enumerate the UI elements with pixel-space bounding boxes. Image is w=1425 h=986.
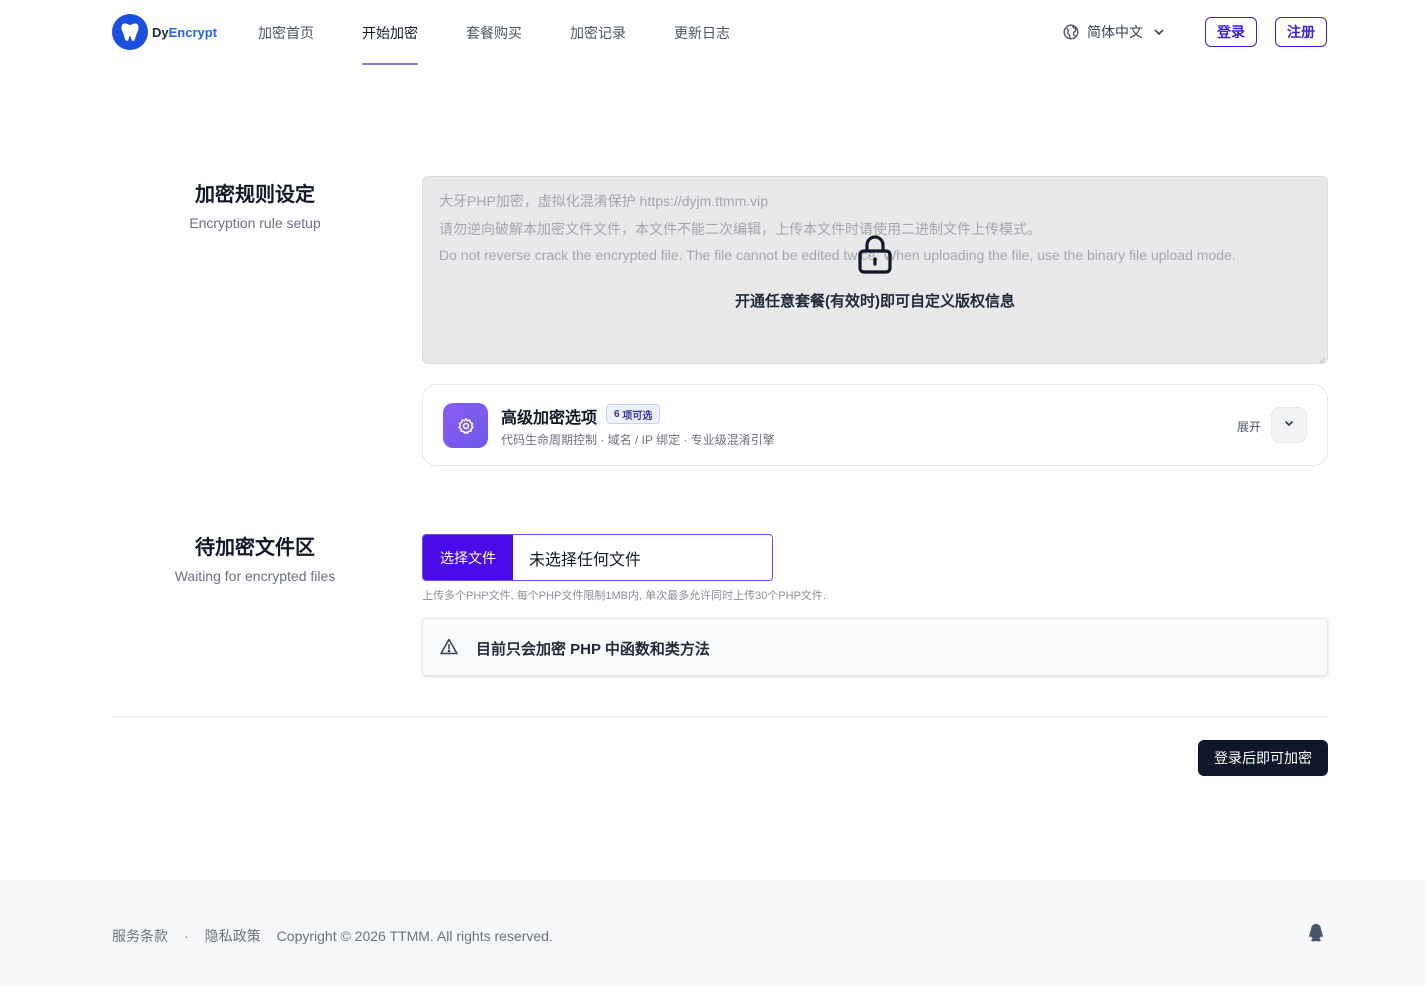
copyright-line-1: 大牙PHP加密，虚拟化混淆保护 https://dyjm.ttmm.vip	[439, 193, 769, 209]
lock-message: 开通任意套餐(有效时)即可自定义版权信息	[735, 293, 1015, 310]
expand-toggle-button[interactable]	[1271, 407, 1307, 443]
qq-icon[interactable]	[1306, 923, 1326, 948]
top-header: DyEncrypt 加密首页 开始加密 套餐购买 加密记录 更新日志 简体中文 …	[0, 0, 1425, 66]
files-subtitle: Waiting for encrypted files	[174, 568, 336, 584]
login-button[interactable]: 登录	[1205, 17, 1257, 47]
files-section-heading: 待加密文件区 Waiting for encrypted files	[105, 531, 405, 584]
register-button[interactable]: 注册	[1275, 17, 1327, 47]
nav-item-start-encrypt[interactable]: 开始加密	[338, 0, 442, 66]
gear-icon	[443, 403, 488, 448]
copyright-text: Copyright © 2026 TTMM. All rights reserv…	[276, 928, 553, 944]
nav-item-changelog[interactable]: 更新日志	[650, 0, 754, 66]
file-input[interactable]: 选择文件 未选择任何文件	[422, 534, 773, 581]
upload-hint: 上传多个PHP文件, 每个PHP文件限制1MB内, 单次最多允许同时上传30个P…	[422, 590, 826, 602]
nav-item-plans[interactable]: 套餐购买	[442, 0, 546, 66]
files-title: 待加密文件区	[195, 537, 315, 559]
rules-section-heading: 加密规则设定 Encryption rule setup	[105, 178, 405, 231]
locked-overlay: 开通任意套餐(有效时)即可自定义版权信息	[423, 233, 1327, 311]
logo-icon	[112, 14, 148, 50]
lock-icon	[856, 233, 894, 280]
resize-handle-icon	[1317, 353, 1325, 363]
selected-file-name: 未选择任何文件	[529, 551, 642, 569]
page-footer: 服务条款 · 隐私政策 Copyright © 2026 TTMM. All r…	[0, 880, 1425, 986]
chevron-down-icon	[1153, 26, 1165, 38]
nav-item-home[interactable]: 加密首页	[234, 0, 338, 66]
advanced-options-description: 代码生命周期控制 · 域名 / IP 绑定 · 专业级混淆引擎	[501, 433, 775, 447]
login-to-encrypt-button[interactable]: 登录后即可加密	[1198, 740, 1328, 776]
footer-links: 服务条款 · 隐私政策 Copyright © 2026 TTMM. All r…	[112, 926, 553, 946]
options-count-badge: 6 项可选	[606, 404, 661, 424]
advanced-options-title: 高级加密选项	[501, 410, 598, 427]
warning-text: 目前只会加密 PHP 中函数和类方法	[476, 641, 710, 658]
language-selector[interactable]: 简体中文	[1063, 22, 1165, 42]
copyright-textarea: 大牙PHP加密，虚拟化混淆保护 https://dyjm.ttmm.vip 请勿…	[422, 176, 1328, 364]
terms-link[interactable]: 服务条款	[112, 926, 168, 946]
brand-logo[interactable]: DyEncrypt	[112, 14, 217, 50]
rules-title: 加密规则设定	[195, 184, 315, 206]
advanced-options-card[interactable]: 高级加密选项 6 项可选 代码生命周期控制 · 域名 / IP 绑定 · 专业级…	[422, 384, 1328, 466]
warning-alert: 目前只会加密 PHP 中函数和类方法	[422, 618, 1328, 676]
globe-icon	[1063, 24, 1079, 40]
language-label: 简体中文	[1087, 24, 1143, 40]
rules-subtitle: Encryption rule setup	[189, 215, 321, 231]
choose-file-button[interactable]: 选择文件	[423, 535, 513, 580]
brand-name: DyEncrypt	[152, 24, 218, 40]
expand-label[interactable]: 展开	[1237, 418, 1261, 435]
section-divider	[112, 716, 1328, 717]
footer-separator: ·	[184, 928, 189, 944]
nav-item-records[interactable]: 加密记录	[546, 0, 650, 66]
main-nav: 加密首页 开始加密 套餐购买 加密记录 更新日志	[234, 0, 754, 66]
privacy-link[interactable]: 隐私政策	[205, 926, 261, 946]
warning-icon	[440, 638, 458, 660]
chevron-down-icon	[1283, 416, 1295, 434]
